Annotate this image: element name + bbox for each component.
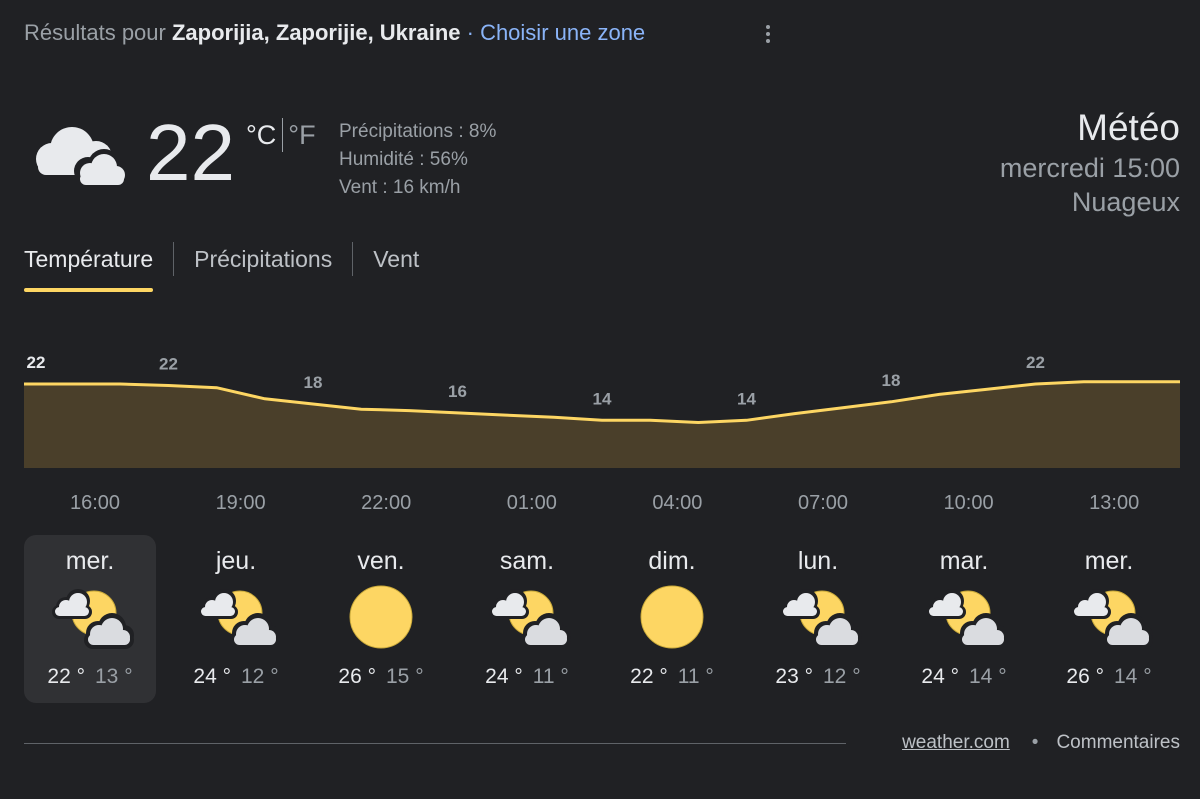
day-name: dim. [648, 547, 696, 575]
day-name: mer. [65, 547, 115, 575]
day-temps: 22 ° 13 ° [24, 665, 156, 689]
chart-tick-label: 01:00 [507, 492, 557, 514]
cloudy-icon [36, 127, 128, 189]
chart-data-label: 18 [304, 373, 323, 392]
weather-title: Météo [1077, 107, 1180, 148]
chart-data-label: 16 [448, 382, 467, 401]
day-temps: 23 ° 12 ° [752, 665, 884, 689]
unit-fahrenheit[interactable]: °F [288, 120, 315, 150]
precipitation-value: Précipitations : 8% [339, 121, 497, 142]
day-high: 26 ° [338, 665, 376, 688]
day-temps: 24 ° 11 ° [461, 665, 593, 689]
tab-wind[interactable]: Vent [373, 240, 419, 292]
current-temperature: 22 [146, 108, 235, 197]
day-temps: 24 ° 14 ° [898, 665, 1030, 689]
footer-divider [24, 743, 846, 744]
tab-precipitation[interactable]: Précipitations [194, 240, 332, 292]
day-card[interactable]: jeu. 24 ° 12 ° [170, 535, 302, 703]
chart-tick-label: 07:00 [798, 492, 848, 514]
day-high: 22 ° [47, 665, 85, 688]
chart-data-label: 22 [159, 354, 178, 373]
unit-celsius[interactable]: °C [246, 120, 276, 150]
location-name: Zaporijia, Zaporijie, Ukraine [171, 20, 461, 45]
day-card[interactable]: sam. 24 ° 11 ° [461, 535, 593, 703]
day-low: 13 ° [95, 665, 133, 688]
day-card[interactable]: mer. 22 ° 13 ° [24, 535, 156, 703]
day-high: 24 ° [485, 665, 523, 688]
day-low: 14 ° [969, 665, 1007, 688]
chart-tick-label: 10:00 [944, 492, 994, 514]
day-high: 23 ° [775, 665, 813, 688]
day-low: 12 ° [823, 665, 861, 688]
sunny-icon [349, 585, 413, 649]
chart-tick-label: 22:00 [361, 492, 411, 514]
weather-condition: Nuageux [1071, 187, 1180, 217]
day-low: 14 ° [1114, 665, 1152, 688]
day-high: 22 ° [630, 665, 668, 688]
feedback-link[interactable]: Commentaires [1056, 732, 1180, 753]
day-temps: 22 ° 11 ° [606, 665, 738, 689]
results-prefix: Résultats pour [24, 20, 172, 45]
chart-data-label: 14 [593, 389, 612, 408]
day-card[interactable]: mer. 26 ° 14 ° [1043, 535, 1175, 703]
humidity-value: Humidité : 56% [339, 149, 468, 170]
partly-cloudy-icon [489, 589, 571, 649]
weather-datetime: mercredi 15:00 [999, 153, 1180, 183]
day-low: 15 ° [386, 665, 424, 688]
day-name: mar. [939, 547, 989, 575]
chart-tabs: Température Précipitations Vent [24, 240, 419, 292]
day-temps: 24 ° 12 ° [170, 665, 302, 689]
chart-tick-label: 16:00 [70, 492, 120, 514]
chart-tick-label: 19:00 [216, 492, 266, 514]
more-options-icon[interactable] [752, 18, 784, 50]
results-header: Résultats pour Zaporijia, Zaporijie, Ukr… [24, 20, 645, 48]
day-name: sam. [499, 547, 555, 575]
day-card[interactable]: lun. 23 ° 12 ° [752, 535, 884, 703]
day-name: jeu. [215, 547, 257, 575]
day-high: 26 ° [1066, 665, 1104, 688]
partly-cloudy-icon [1071, 589, 1153, 649]
day-high: 24 ° [193, 665, 231, 688]
day-card[interactable]: ven. 26 ° 15 ° [315, 535, 447, 703]
header-separator: · [460, 20, 481, 45]
day-name: ven. [357, 547, 405, 575]
chart-data-label: 14 [737, 389, 756, 408]
day-low: 11 ° [677, 665, 714, 688]
chart-data-label: 22 [27, 353, 46, 372]
day-low: 12 ° [241, 665, 279, 688]
chart-tick-label: 13:00 [1089, 492, 1139, 514]
temperature-chart: 22 22 18 16 14 14 18 22 16:00 19:00 22:00 01:00 04:0… [24, 353, 1180, 514]
day-high: 24 ° [921, 665, 959, 688]
source-link[interactable]: weather.com [902, 732, 1010, 753]
chart-tick-label: 04:00 [652, 492, 702, 514]
day-card[interactable]: mar. 24 ° 14 ° [898, 535, 1030, 703]
sunny-icon [640, 585, 704, 649]
choose-zone-link[interactable]: Choisir une zone [480, 20, 645, 45]
current-details: Précipitations : 8% Humidité : 56% Vent … [339, 118, 496, 202]
chart-data-label: 18 [882, 371, 901, 390]
partly-cloudy-icon [52, 589, 134, 649]
footer-dot: • [1031, 732, 1039, 753]
wind-value: Vent : 16 km/h [339, 177, 461, 198]
partly-cloudy-icon [926, 589, 1008, 649]
day-card[interactable]: dim. 22 ° 11 ° [606, 535, 738, 703]
partly-cloudy-icon [780, 589, 862, 649]
tab-temperature[interactable]: Température [24, 240, 154, 292]
day-low: 11 ° [532, 665, 569, 688]
day-temps: 26 ° 14 ° [1043, 665, 1175, 689]
unit-switcher: °C °F [246, 118, 316, 156]
chart-data-label: 22 [1026, 353, 1045, 372]
day-name: lun. [797, 547, 839, 575]
weather-summary: Météo mercredi 15:00 Nuageux [1000, 105, 1180, 219]
day-temps: 26 ° 15 ° [315, 665, 447, 689]
day-name: mer. [1084, 547, 1134, 575]
partly-cloudy-icon [198, 589, 280, 649]
footer: weather.com • Commentaires [902, 732, 1180, 754]
